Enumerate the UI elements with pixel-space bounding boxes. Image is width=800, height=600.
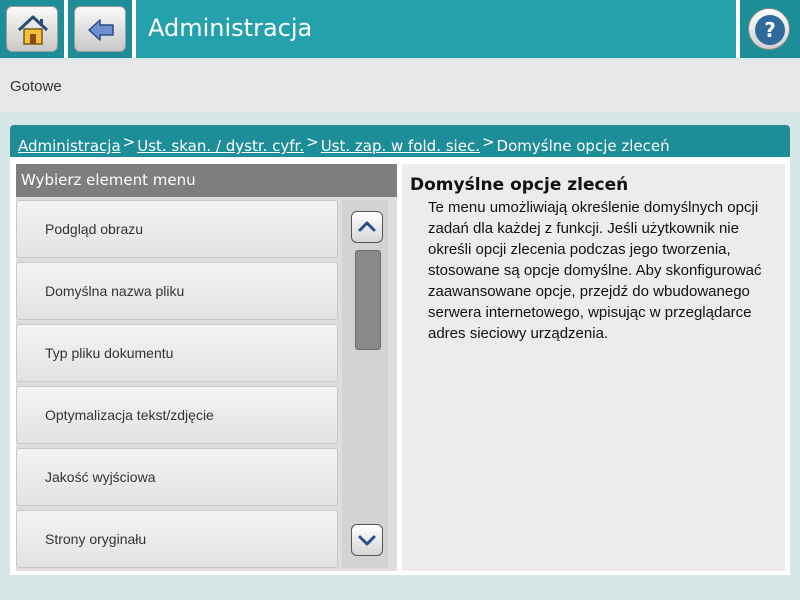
menu-item-label: Optymalizacja tekst/zdjęcie xyxy=(45,407,214,423)
home-icon xyxy=(17,15,49,45)
breadcrumb-item-skan[interactable]: Ust. skan. / dystr. cyfr. xyxy=(137,137,304,155)
chevron-down-icon xyxy=(358,535,376,546)
top-bar: Administracja ? xyxy=(0,0,800,58)
help-title: Domyślne opcje zleceń xyxy=(410,175,629,195)
title-bar: Administracja xyxy=(136,0,736,58)
breadcrumb-item-administracja[interactable]: Administracja xyxy=(18,137,121,155)
menu-item-label: Typ pliku dokumentu xyxy=(45,345,174,361)
menu-item-optymalizacja[interactable]: Optymalizacja tekst/zdjęcie xyxy=(16,386,338,444)
menu-item-strony-oryginalu[interactable]: Strony oryginału xyxy=(16,510,338,568)
breadcrumb-separator: > xyxy=(122,133,136,151)
scroll-down-button[interactable] xyxy=(351,524,383,556)
menu-item-domyslna-nazwa-pliku[interactable]: Domyślna nazwa pliku xyxy=(16,262,338,320)
help-button[interactable]: ? xyxy=(740,0,800,58)
menu-item-label: Podgląd obrazu xyxy=(45,221,144,237)
page-title: Administracja xyxy=(148,14,313,42)
chevron-up-icon xyxy=(358,221,376,232)
breadcrumb-separator: > xyxy=(306,133,319,151)
menu-item-label: Strony oryginału xyxy=(45,531,147,547)
status-bar: Gotowe xyxy=(0,60,800,112)
scroll-up-button[interactable] xyxy=(351,211,383,243)
svg-text:?: ? xyxy=(764,18,776,42)
breadcrumb: Administracja > Ust. skan. / dystr. cyfr. >… xyxy=(10,125,790,157)
menu-item-podglad-obrazu[interactable]: Podgląd obrazu xyxy=(16,200,338,258)
scroll-thumb[interactable] xyxy=(355,250,381,350)
help-description: Te menu umożliwiają określenie domyślnyc… xyxy=(428,199,762,342)
help-icon: ? xyxy=(755,15,785,45)
menu-header: Wybierz element menu xyxy=(16,164,397,197)
home-button[interactable] xyxy=(0,0,64,58)
menu-item-typ-pliku[interactable]: Typ pliku dokumentu xyxy=(16,324,338,382)
status-text: Gotowe xyxy=(10,78,62,95)
menu-item-label: Jakość wyjściowa xyxy=(45,469,156,485)
breadcrumb-item-current: Domyślne opcje zleceń xyxy=(496,137,670,155)
menu-item-label: Domyślna nazwa pliku xyxy=(45,283,185,299)
back-arrow-icon xyxy=(88,19,114,41)
menu-header-label: Wybierz element menu xyxy=(21,171,196,189)
menu-item-jakosc-wyjsciowa[interactable]: Jakość wyjściowa xyxy=(16,448,338,506)
breadcrumb-separator: > xyxy=(481,133,495,151)
back-button[interactable] xyxy=(68,0,132,58)
breadcrumb-item-folder[interactable]: Ust. zap. w fold. siec. xyxy=(321,137,480,155)
